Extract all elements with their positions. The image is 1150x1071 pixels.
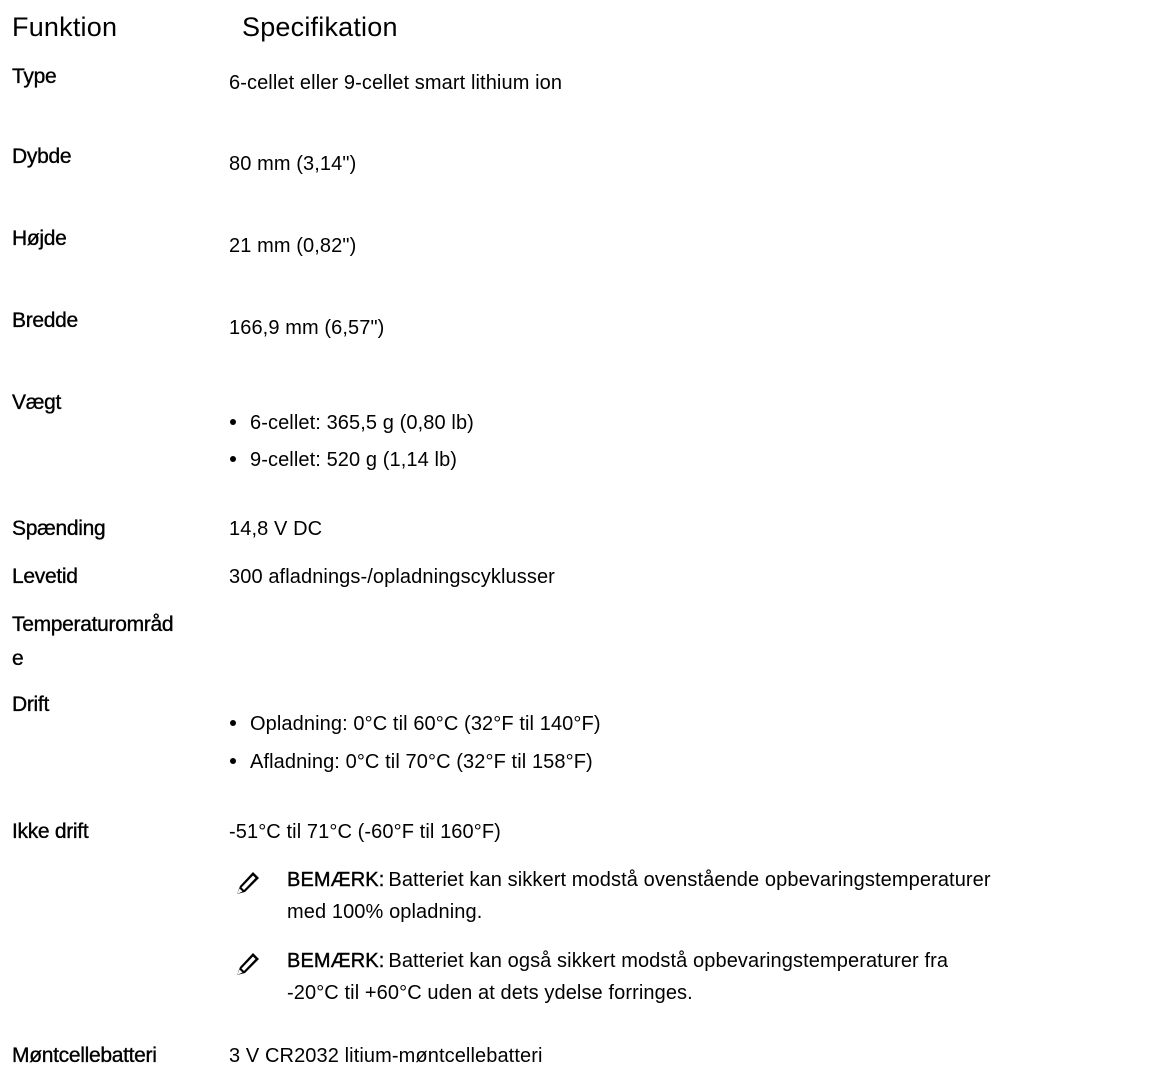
row-value-spaending: 14,8 V DC [229,518,323,540]
note-text-continued: med 100% opladning. [287,901,483,923]
bullet-icon [230,720,236,727]
row-label-levetid: Levetid [12,565,78,588]
row-label-montcelle: Møntcellebatteri [12,1044,157,1067]
row-value-dybde: 80 mm (3,14") [229,153,357,175]
row-label-spaending: Spænding [12,517,106,540]
column-header-specifikation: Specifikation [242,12,398,42]
bullet-icon [230,758,236,765]
row-value-ikke-drift: -51°C til 71°C (-60°F til 160°F) [229,821,501,843]
row-label-temperatur-line1: Temperaturområd [12,613,174,636]
row-label-hojde: Højde [12,227,67,250]
list-item: 9-cellet: 520 g (1,14 lb) [230,445,457,475]
row-value-montcelle: 3 V CR2032 litium-møntcellebatteri [229,1045,543,1067]
column-header-funktion: Funktion [12,12,118,42]
list-item: Opladning: 0°C til 60°C (32°F til 140°F) [230,709,601,739]
bullet-icon [230,456,236,463]
spec-table: Funktion Specifikation Type 6-cellet ell… [0,0,1150,1067]
pencil-note-icon [232,867,264,899]
row-label-dybde: Dybde [12,145,72,168]
row-value-bredde: 166,9 mm (6,57") [229,317,385,339]
row-label-ikke-drift: Ikke drift [12,820,89,843]
note-text: BEMÆRK: Batteriet kan sikkert modstå oven… [287,869,991,891]
note-text: BEMÆRK: Batteriet kan også sikkert modstå… [287,950,949,972]
row-label-temperatur-line2: e [12,647,24,670]
row-value-levetid: 300 afladnings-/opladningscyklusser [229,566,555,588]
note-text-continued: -20°C til +60°C uden at dets ydelse forr… [287,982,693,1004]
row-value-hojde: 21 mm (0,82") [229,235,357,257]
row-label-drift: Drift [12,693,50,716]
bullet-icon [230,419,236,426]
row-value-type: 6-cellet eller 9-cellet smart lithium io… [229,72,563,94]
list-item: 6-cellet: 365,5 g (0,80 lb) [230,408,474,438]
row-label-bredde: Bredde [12,309,79,332]
list-item: Afladning: 0°C til 70°C (32°F til 158°F) [230,747,593,777]
pencil-note-icon [232,948,264,980]
row-label-type: Type [12,65,57,88]
row-label-vaegt: Vægt [12,391,62,414]
